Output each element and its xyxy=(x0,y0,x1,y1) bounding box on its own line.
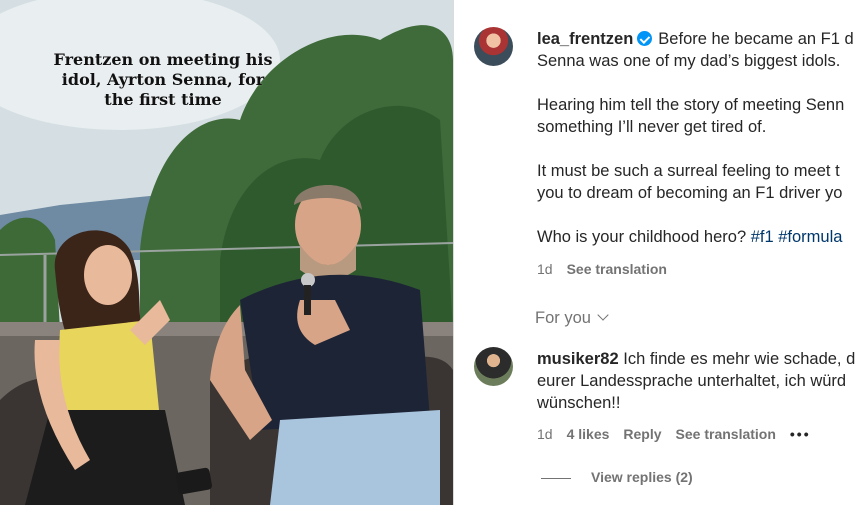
commenter-username[interactable]: musiker82 xyxy=(537,350,619,368)
see-translation-button[interactable]: See translation xyxy=(676,426,776,442)
comment-body: musiker82 Ich finde es mehr wie schade, … xyxy=(537,348,859,414)
comment-meta: 1d 4 likes Reply See translation ••• xyxy=(537,426,825,442)
comment-line: eurer Landessprache unterhaltet, ich wür… xyxy=(537,372,847,390)
video-caption-overlay: Frentzen on meeting his idol, Ayrton Sen… xyxy=(53,50,273,109)
caption-line: something I’ll never get tired of. xyxy=(537,118,767,136)
caption-line: Who is your childhood hero? xyxy=(537,228,751,246)
commenter-avatar[interactable] xyxy=(474,347,513,386)
view-replies-button[interactable]: View replies (2) xyxy=(541,469,693,485)
see-translation-button[interactable]: See translation xyxy=(567,261,667,277)
comment-line: Ich finde es mehr wie schade, d xyxy=(623,350,856,368)
caption-line: It must be such a surreal feeling to mee… xyxy=(537,162,840,180)
caption-line: Senna was one of my dad’s biggest idols. xyxy=(537,52,841,70)
caption-line: Before he became an F1 d xyxy=(658,30,854,48)
hashtag-link[interactable]: #f1 xyxy=(751,228,774,246)
comment-sort-dropdown[interactable]: For you xyxy=(535,309,609,328)
post-caption: lea_frentzen Before he became an F1 d Sen… xyxy=(537,28,859,248)
reply-button[interactable]: Reply xyxy=(623,426,661,442)
post-media[interactable]: Frentzen on meeting his idol, Ayrton Sen… xyxy=(0,0,453,505)
author-username[interactable]: lea_frentzen xyxy=(537,30,633,48)
verified-badge-icon xyxy=(637,31,653,46)
caption-line: you to dream of becoming an F1 driver yo xyxy=(537,184,843,202)
comment-time[interactable]: 1d xyxy=(537,426,553,442)
post-time[interactable]: 1d xyxy=(537,261,553,277)
caption-line: Hearing him tell the story of meeting Se… xyxy=(537,96,845,114)
more-options-icon[interactable]: ••• xyxy=(790,426,811,442)
chevron-down-icon xyxy=(597,309,609,321)
comment-line: wünschen!! xyxy=(537,394,621,412)
comment-likes[interactable]: 4 likes xyxy=(567,426,610,442)
post-details-panel: lea_frentzen Before he became an F1 d Sen… xyxy=(454,0,859,505)
hashtag-link[interactable]: #formula xyxy=(778,228,842,246)
author-avatar[interactable] xyxy=(474,27,513,66)
post-meta: 1d See translation xyxy=(537,261,681,277)
sort-label: For you xyxy=(535,309,591,327)
